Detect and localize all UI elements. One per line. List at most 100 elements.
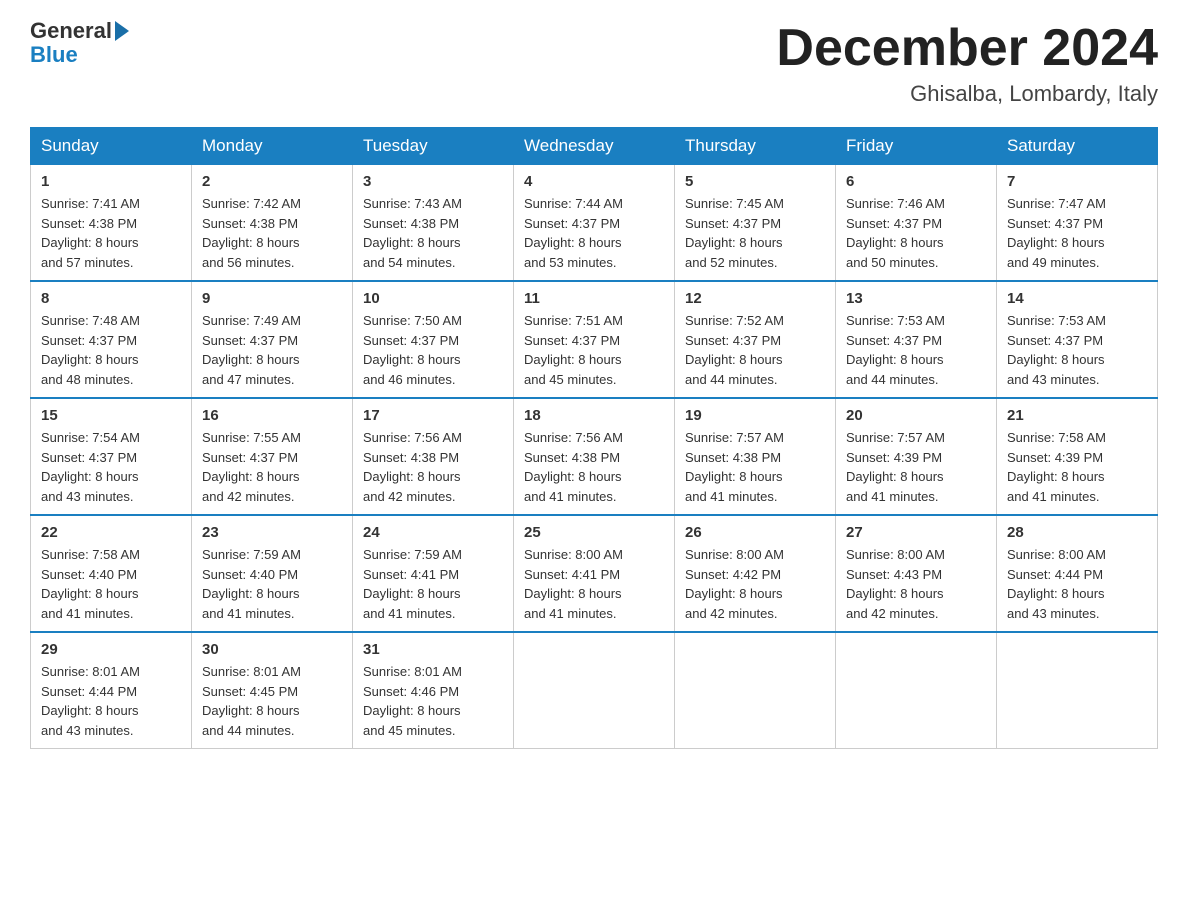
calendar-cell: 21 Sunrise: 7:58 AMSunset: 4:39 PMDaylig… <box>997 398 1158 515</box>
day-info: Sunrise: 7:56 AMSunset: 4:38 PMDaylight:… <box>363 430 462 504</box>
calendar-cell: 13 Sunrise: 7:53 AMSunset: 4:37 PMDaylig… <box>836 281 997 398</box>
month-title: December 2024 <box>776 20 1158 77</box>
header-sunday: Sunday <box>31 128 192 165</box>
calendar-cell: 31 Sunrise: 8:01 AMSunset: 4:46 PMDaylig… <box>353 632 514 749</box>
week-row-2: 8 Sunrise: 7:48 AMSunset: 4:37 PMDayligh… <box>31 281 1158 398</box>
day-info: Sunrise: 7:43 AMSunset: 4:38 PMDaylight:… <box>363 196 462 270</box>
day-number: 14 <box>1007 290 1147 307</box>
calendar-cell: 20 Sunrise: 7:57 AMSunset: 4:39 PMDaylig… <box>836 398 997 515</box>
day-info: Sunrise: 7:47 AMSunset: 4:37 PMDaylight:… <box>1007 196 1106 270</box>
calendar-cell: 1 Sunrise: 7:41 AMSunset: 4:38 PMDayligh… <box>31 165 192 282</box>
day-info: Sunrise: 7:42 AMSunset: 4:38 PMDaylight:… <box>202 196 301 270</box>
day-info: Sunrise: 7:57 AMSunset: 4:38 PMDaylight:… <box>685 430 784 504</box>
header-tuesday: Tuesday <box>353 128 514 165</box>
day-number: 1 <box>41 173 181 190</box>
day-number: 29 <box>41 641 181 658</box>
day-info: Sunrise: 7:59 AMSunset: 4:41 PMDaylight:… <box>363 547 462 621</box>
calendar-cell: 18 Sunrise: 7:56 AMSunset: 4:38 PMDaylig… <box>514 398 675 515</box>
day-number: 19 <box>685 407 825 424</box>
logo: General Blue <box>30 20 132 68</box>
day-number: 3 <box>363 173 503 190</box>
day-info: Sunrise: 7:53 AMSunset: 4:37 PMDaylight:… <box>846 313 945 387</box>
calendar-cell <box>836 632 997 749</box>
day-number: 22 <box>41 524 181 541</box>
day-info: Sunrise: 7:44 AMSunset: 4:37 PMDaylight:… <box>524 196 623 270</box>
header-saturday: Saturday <box>997 128 1158 165</box>
day-number: 28 <box>1007 524 1147 541</box>
calendar-cell <box>997 632 1158 749</box>
calendar-cell: 3 Sunrise: 7:43 AMSunset: 4:38 PMDayligh… <box>353 165 514 282</box>
day-number: 18 <box>524 407 664 424</box>
week-row-4: 22 Sunrise: 7:58 AMSunset: 4:40 PMDaylig… <box>31 515 1158 632</box>
week-row-1: 1 Sunrise: 7:41 AMSunset: 4:38 PMDayligh… <box>31 165 1158 282</box>
day-number: 2 <box>202 173 342 190</box>
calendar-cell: 29 Sunrise: 8:01 AMSunset: 4:44 PMDaylig… <box>31 632 192 749</box>
day-number: 5 <box>685 173 825 190</box>
weekday-header-row: SundayMondayTuesdayWednesdayThursdayFrid… <box>31 128 1158 165</box>
calendar-cell: 12 Sunrise: 7:52 AMSunset: 4:37 PMDaylig… <box>675 281 836 398</box>
calendar-cell: 30 Sunrise: 8:01 AMSunset: 4:45 PMDaylig… <box>192 632 353 749</box>
calendar-cell: 5 Sunrise: 7:45 AMSunset: 4:37 PMDayligh… <box>675 165 836 282</box>
calendar-cell: 22 Sunrise: 7:58 AMSunset: 4:40 PMDaylig… <box>31 515 192 632</box>
calendar-cell: 14 Sunrise: 7:53 AMSunset: 4:37 PMDaylig… <box>997 281 1158 398</box>
day-number: 13 <box>846 290 986 307</box>
calendar-cell: 6 Sunrise: 7:46 AMSunset: 4:37 PMDayligh… <box>836 165 997 282</box>
calendar-cell: 16 Sunrise: 7:55 AMSunset: 4:37 PMDaylig… <box>192 398 353 515</box>
day-info: Sunrise: 8:01 AMSunset: 4:46 PMDaylight:… <box>363 664 462 738</box>
calendar-table: SundayMondayTuesdayWednesdayThursdayFrid… <box>30 127 1158 749</box>
day-number: 20 <box>846 407 986 424</box>
day-info: Sunrise: 8:01 AMSunset: 4:45 PMDaylight:… <box>202 664 301 738</box>
calendar-cell <box>514 632 675 749</box>
day-info: Sunrise: 7:50 AMSunset: 4:37 PMDaylight:… <box>363 313 462 387</box>
day-info: Sunrise: 7:58 AMSunset: 4:40 PMDaylight:… <box>41 547 140 621</box>
day-number: 8 <box>41 290 181 307</box>
calendar-cell: 17 Sunrise: 7:56 AMSunset: 4:38 PMDaylig… <box>353 398 514 515</box>
title-block: December 2024 Ghisalba, Lombardy, Italy <box>776 20 1158 107</box>
day-info: Sunrise: 7:53 AMSunset: 4:37 PMDaylight:… <box>1007 313 1106 387</box>
day-number: 27 <box>846 524 986 541</box>
day-number: 25 <box>524 524 664 541</box>
calendar-cell: 28 Sunrise: 8:00 AMSunset: 4:44 PMDaylig… <box>997 515 1158 632</box>
calendar-cell: 9 Sunrise: 7:49 AMSunset: 4:37 PMDayligh… <box>192 281 353 398</box>
day-info: Sunrise: 7:45 AMSunset: 4:37 PMDaylight:… <box>685 196 784 270</box>
day-info: Sunrise: 7:46 AMSunset: 4:37 PMDaylight:… <box>846 196 945 270</box>
calendar-cell: 26 Sunrise: 8:00 AMSunset: 4:42 PMDaylig… <box>675 515 836 632</box>
calendar-cell: 8 Sunrise: 7:48 AMSunset: 4:37 PMDayligh… <box>31 281 192 398</box>
location-title: Ghisalba, Lombardy, Italy <box>776 81 1158 107</box>
logo-general-text: General <box>30 20 112 42</box>
header-monday: Monday <box>192 128 353 165</box>
calendar-cell: 25 Sunrise: 8:00 AMSunset: 4:41 PMDaylig… <box>514 515 675 632</box>
day-number: 26 <box>685 524 825 541</box>
logo-arrow-icon <box>115 21 129 41</box>
day-info: Sunrise: 8:00 AMSunset: 4:44 PMDaylight:… <box>1007 547 1106 621</box>
header-wednesday: Wednesday <box>514 128 675 165</box>
day-number: 4 <box>524 173 664 190</box>
calendar-cell: 24 Sunrise: 7:59 AMSunset: 4:41 PMDaylig… <box>353 515 514 632</box>
calendar-cell: 11 Sunrise: 7:51 AMSunset: 4:37 PMDaylig… <box>514 281 675 398</box>
day-number: 9 <box>202 290 342 307</box>
day-info: Sunrise: 7:49 AMSunset: 4:37 PMDaylight:… <box>202 313 301 387</box>
header-thursday: Thursday <box>675 128 836 165</box>
day-info: Sunrise: 7:57 AMSunset: 4:39 PMDaylight:… <box>846 430 945 504</box>
page-header: General Blue December 2024 Ghisalba, Lom… <box>30 20 1158 107</box>
calendar-cell: 23 Sunrise: 7:59 AMSunset: 4:40 PMDaylig… <box>192 515 353 632</box>
day-number: 6 <box>846 173 986 190</box>
day-info: Sunrise: 7:59 AMSunset: 4:40 PMDaylight:… <box>202 547 301 621</box>
calendar-cell: 19 Sunrise: 7:57 AMSunset: 4:38 PMDaylig… <box>675 398 836 515</box>
calendar-cell: 7 Sunrise: 7:47 AMSunset: 4:37 PMDayligh… <box>997 165 1158 282</box>
day-info: Sunrise: 7:52 AMSunset: 4:37 PMDaylight:… <box>685 313 784 387</box>
calendar-cell: 15 Sunrise: 7:54 AMSunset: 4:37 PMDaylig… <box>31 398 192 515</box>
day-number: 10 <box>363 290 503 307</box>
day-number: 24 <box>363 524 503 541</box>
day-info: Sunrise: 8:00 AMSunset: 4:41 PMDaylight:… <box>524 547 623 621</box>
day-info: Sunrise: 8:00 AMSunset: 4:42 PMDaylight:… <box>685 547 784 621</box>
day-number: 12 <box>685 290 825 307</box>
week-row-3: 15 Sunrise: 7:54 AMSunset: 4:37 PMDaylig… <box>31 398 1158 515</box>
day-info: Sunrise: 8:01 AMSunset: 4:44 PMDaylight:… <box>41 664 140 738</box>
day-number: 11 <box>524 290 664 307</box>
day-number: 15 <box>41 407 181 424</box>
calendar-cell: 27 Sunrise: 8:00 AMSunset: 4:43 PMDaylig… <box>836 515 997 632</box>
day-number: 21 <box>1007 407 1147 424</box>
day-info: Sunrise: 7:51 AMSunset: 4:37 PMDaylight:… <box>524 313 623 387</box>
day-number: 23 <box>202 524 342 541</box>
